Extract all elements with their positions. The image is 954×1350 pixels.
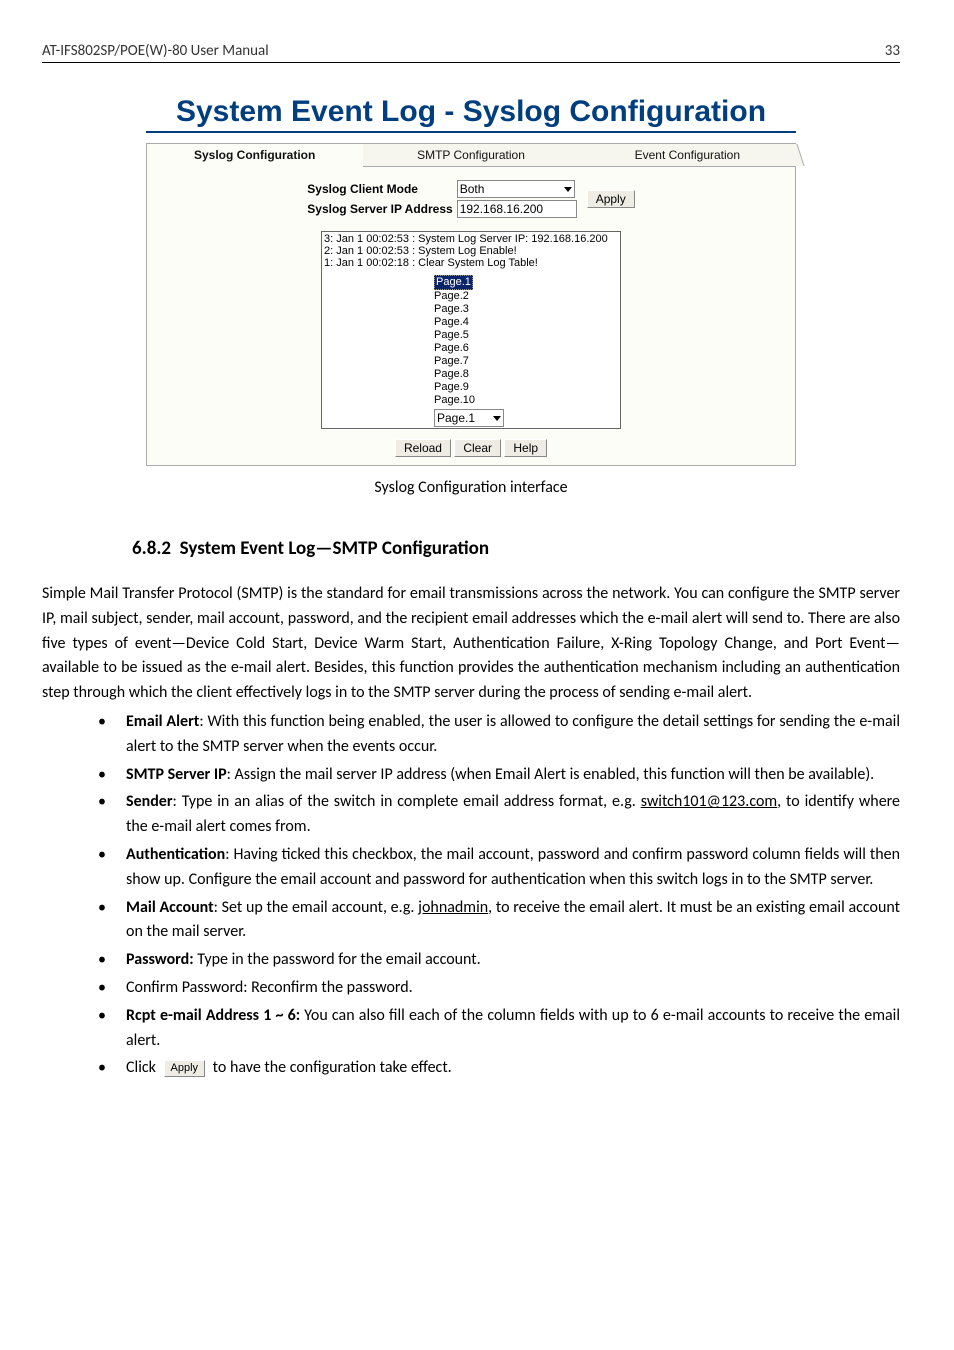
page-item[interactable]: Page.2 — [434, 290, 618, 303]
client-mode-value: Both — [460, 182, 485, 196]
log-lines: 3: Jan 1 00:02:53 : System Log Server IP… — [324, 233, 618, 269]
chevron-down-icon — [493, 416, 501, 421]
config-form: Syslog Client Mode Both Apply Syslog Ser… — [305, 179, 636, 219]
list-item: Sender: Type in an alias of the switch i… — [42, 790, 900, 840]
bullet-label: Sender — [126, 792, 173, 811]
tab-label: Syslog Configuration — [194, 148, 315, 162]
page-item[interactable]: Page.5 — [434, 329, 618, 342]
tab-event-config[interactable]: Event Configuration — [580, 143, 796, 167]
account-link[interactable]: johnadmin — [418, 898, 488, 917]
page-number: 33 — [885, 42, 900, 60]
tab-strip: Syslog Configuration SMTP Configuration … — [146, 143, 796, 167]
bullet-text: Type in the password for the email accou… — [194, 950, 481, 969]
page-item[interactable]: Page.3 — [434, 303, 618, 316]
tab-smtp-config[interactable]: SMTP Configuration — [363, 143, 579, 167]
section-heading: 6.8.2 System Event Log—SMTP Configuratio… — [132, 537, 900, 560]
bullet-label: Mail Account — [126, 898, 214, 917]
bullet-label: Password: — [126, 950, 194, 969]
server-ip-input[interactable] — [457, 200, 577, 218]
page-select[interactable]: Page.1 — [434, 409, 504, 427]
list-item: Click Apply to have the configuration ta… — [42, 1056, 900, 1081]
help-button[interactable]: Help — [504, 439, 547, 457]
manual-title: AT-IFS802SP/POE(W)-80 User Manual — [42, 42, 269, 60]
page-list: Page.1 Page.2 Page.3 Page.4 Page.5 Page.… — [434, 275, 618, 407]
apply-button[interactable]: Apply — [587, 190, 635, 208]
bullet-text: : Type in an alias of the switch in comp… — [173, 792, 641, 811]
section-title: System Event Log—SMTP Configuration — [180, 537, 489, 560]
bullet-text: Confirm Password: Reconfirm the password… — [126, 978, 413, 997]
tab-label: SMTP Configuration — [417, 148, 525, 162]
syslog-config-ui: Syslog Configuration SMTP Configuration … — [146, 143, 796, 466]
bullet-label: Authentication — [126, 845, 225, 864]
list-item: Password: Type in the password for the e… — [42, 948, 900, 973]
list-item: SMTP Server IP: Assign the mail server I… — [42, 763, 900, 788]
log-entry: 3: Jan 1 00:02:53 : System Log Server IP… — [324, 233, 618, 245]
list-item: Authentication: Having ticked this check… — [42, 843, 900, 893]
bullet-text: : Set up the email account, e.g. — [214, 898, 419, 917]
page-header: AT-IFS802SP/POE(W)-80 User Manual 33 — [42, 42, 900, 63]
server-ip-label: Syslog Server IP Address — [305, 199, 454, 219]
section-intro: Simple Mail Transfer Protocol (SMTP) is … — [42, 582, 900, 706]
bullet-label: Rcpt e-mail Address 1 ~ 6: — [126, 1006, 300, 1025]
apply-inline-button: Apply — [164, 1060, 206, 1077]
log-entry: 1: Jan 1 00:02:18 : Clear System Log Tab… — [324, 257, 618, 269]
page-title: System Event Log - Syslog Configuration — [146, 95, 796, 133]
page-item[interactable]: Page.4 — [434, 316, 618, 329]
page-select-value: Page.1 — [437, 411, 475, 425]
bullet-text: : With this function being enabled, the … — [126, 712, 900, 756]
list-item: Confirm Password: Reconfirm the password… — [42, 976, 900, 1001]
reload-button[interactable]: Reload — [395, 439, 451, 457]
bullet-list: Email Alert: With this function being en… — [42, 710, 900, 1081]
list-item: Rcpt e-mail Address 1 ~ 6: You can also … — [42, 1004, 900, 1054]
bullet-text: Click — [126, 1058, 160, 1077]
tab-label: Event Configuration — [635, 148, 740, 162]
list-item: Email Alert: With this function being en… — [42, 710, 900, 760]
bullet-label: SMTP Server IP — [126, 765, 227, 784]
bullet-text: : Having ticked this checkbox, the mail … — [126, 845, 900, 889]
figure-caption: Syslog Configuration interface — [42, 478, 900, 497]
chevron-down-icon — [564, 187, 572, 192]
client-mode-select[interactable]: Both — [457, 180, 575, 198]
page-item[interactable]: Page.10 — [434, 394, 618, 407]
page-item[interactable]: Page.8 — [434, 368, 618, 381]
client-mode-label: Syslog Client Mode — [305, 179, 454, 199]
page-item[interactable]: Page.6 — [434, 342, 618, 355]
bullet-label: Email Alert — [126, 712, 199, 731]
section-number: 6.8.2 — [132, 537, 171, 560]
button-row: Reload Clear Help — [155, 439, 787, 457]
log-listbox[interactable]: 3: Jan 1 00:02:53 : System Log Server IP… — [321, 231, 621, 429]
page-item[interactable]: Page.9 — [434, 381, 618, 394]
bullet-text: : Assign the mail server IP address (whe… — [227, 765, 875, 784]
config-panel: Syslog Client Mode Both Apply Syslog Ser… — [146, 167, 796, 466]
bullet-text: to have the configuration take effect. — [209, 1058, 452, 1077]
email-link[interactable]: switch101@123.com — [641, 792, 777, 811]
log-entry: 2: Jan 1 00:02:53 : System Log Enable! — [324, 245, 618, 257]
page-item[interactable]: Page.7 — [434, 355, 618, 368]
clear-button[interactable]: Clear — [454, 439, 501, 457]
list-item: Mail Account: Set up the email account, … — [42, 896, 900, 946]
page-item-selected[interactable]: Page.1 — [434, 275, 473, 290]
tab-syslog-config[interactable]: Syslog Configuration — [146, 143, 363, 167]
